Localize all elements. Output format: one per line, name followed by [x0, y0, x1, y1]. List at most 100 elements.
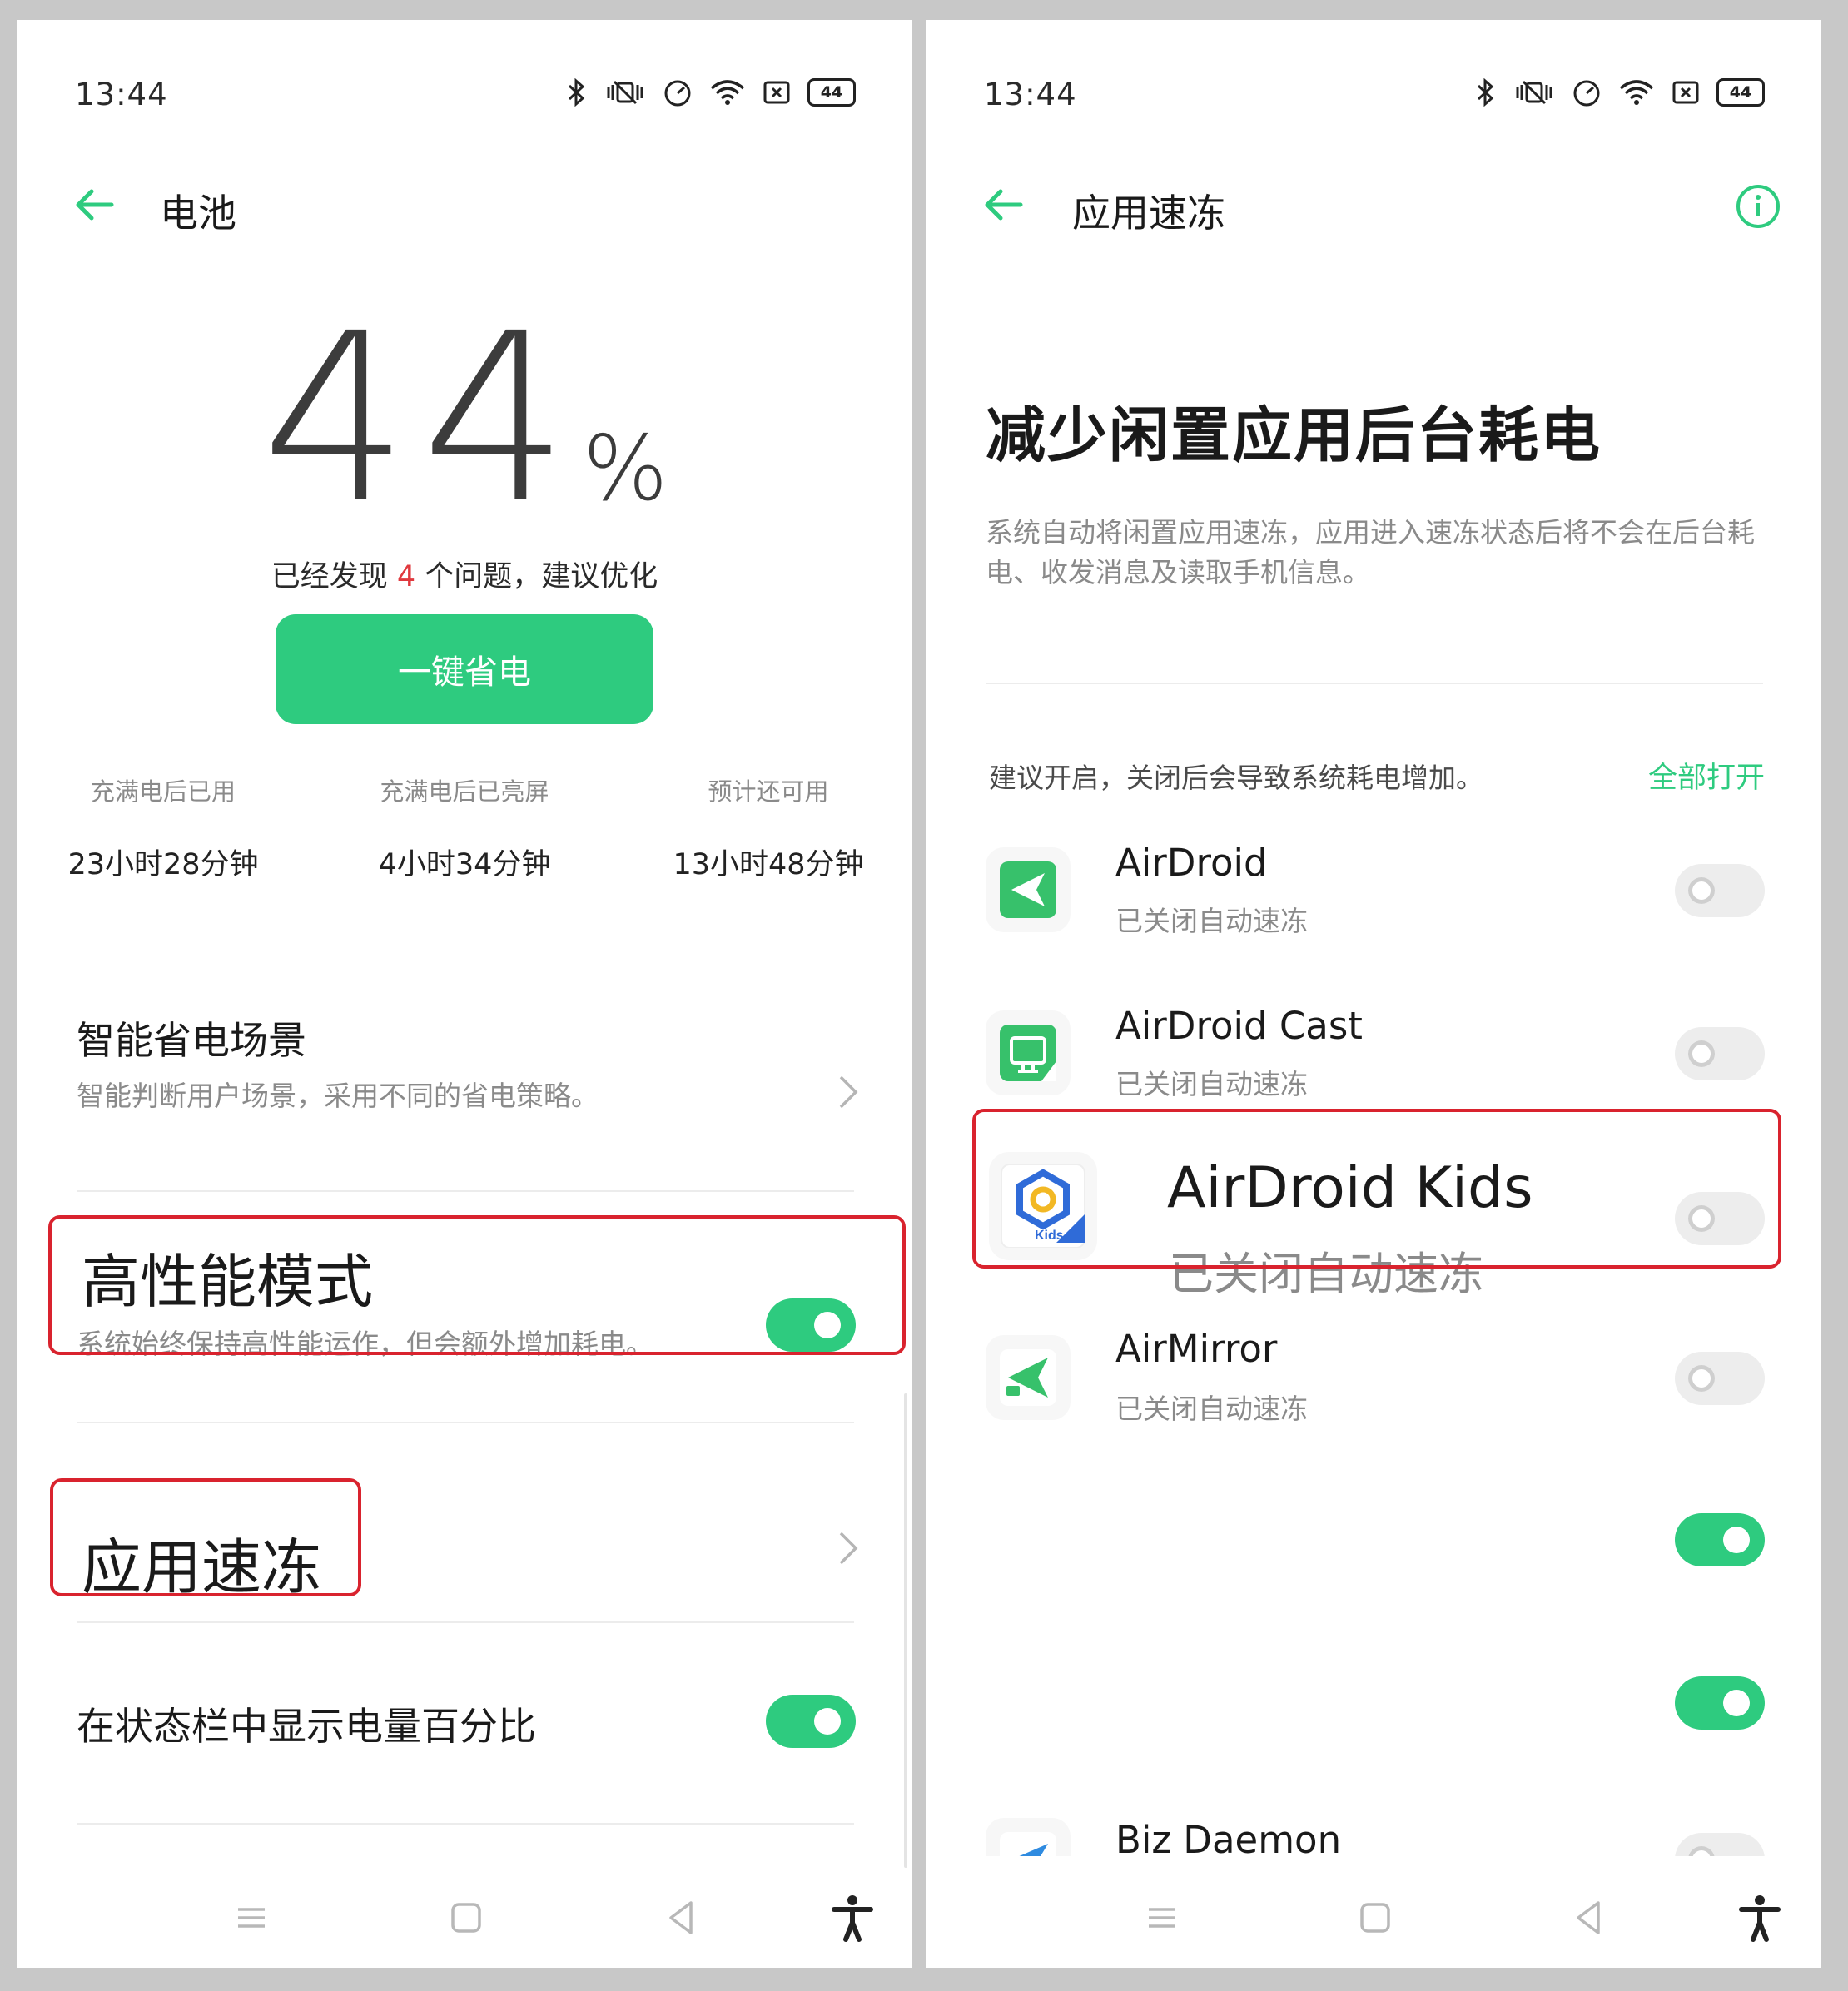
back-arrow-icon[interactable] — [70, 180, 120, 230]
battery-percentage: 44% — [17, 303, 912, 536]
toggle-knob — [1688, 1846, 1715, 1856]
issues-count: 4 — [396, 560, 416, 593]
show-percent-row: 在状态栏中显示电量百分比 — [17, 1676, 912, 1793]
divider — [986, 683, 1763, 684]
battery-value: 44 — [261, 284, 581, 555]
status-time: 13:44 — [75, 77, 168, 112]
issues-suffix: 个问题，建议优化 — [415, 560, 658, 593]
app-row-unlabeled — [926, 1631, 1821, 1773]
back-nav-icon[interactable] — [656, 1893, 706, 1943]
divider — [77, 1190, 854, 1192]
app-row-airdroid: AirDroid 已关闭自动速冻 — [926, 819, 1821, 961]
show-percent-title: 在状态栏中显示电量百分比 — [77, 1704, 536, 1749]
stat-value: 23小时28分钟 — [67, 848, 259, 881]
airdroid-icon — [986, 847, 1071, 932]
app-status: 已关闭自动速冻 — [1115, 905, 1308, 937]
smart-scene-title: 智能省电场景 — [77, 1018, 306, 1063]
hero-title: 减少闲置应用后台耗电 — [986, 400, 1602, 470]
status-icons: 44 — [1475, 78, 1765, 107]
accessibility-icon[interactable] — [827, 1893, 877, 1943]
airmirror-icon — [986, 1335, 1071, 1420]
back-arrow-icon[interactable] — [979, 180, 1029, 230]
battery-unit: % — [582, 417, 668, 521]
divider — [77, 1422, 854, 1423]
app-freeze-toggle[interactable] — [1675, 1513, 1765, 1566]
status-icons: 44 — [566, 78, 856, 107]
screen-record-icon — [1672, 81, 1699, 104]
issues-summary: 已经发现 4 个问题，建议优化 — [17, 553, 912, 595]
airdroid-cast-icon — [986, 1010, 1071, 1095]
show-percent-toggle[interactable] — [766, 1695, 856, 1748]
stat-label: 充满电后已亮屏 — [380, 777, 549, 806]
menu-nav-icon[interactable] — [226, 1893, 276, 1943]
home-nav-icon[interactable] — [1350, 1893, 1400, 1943]
toggle-knob — [1688, 1040, 1715, 1067]
bluetooth-icon — [568, 78, 585, 107]
vibrate-mute-icon — [607, 80, 643, 105]
battery-screen: 13:44 44 电池 44% 已经发现 4 个问题，建议优化 一键省电 充满电… — [17, 20, 912, 1968]
app-name: AirMirror — [1115, 1327, 1278, 1371]
stat-screen-on: 充满电后已亮屏 4小时34分钟 — [323, 772, 606, 883]
battery-status-text: 44 — [820, 83, 843, 102]
toggle-knob — [1688, 877, 1715, 904]
back-nav-icon[interactable] — [1563, 1893, 1613, 1943]
app-name: AirDroid Cast — [1115, 1004, 1363, 1048]
app-freeze-toggle[interactable] — [1675, 864, 1765, 917]
wifi-icon — [710, 80, 745, 105]
hero-description: 系统自动将闲置应用速冻，应用进入速冻状态后将不会在后台耗电、收发消息及读取手机信… — [986, 516, 1755, 588]
app-freeze-screen: 13:44 44 应用速冻 减少闲置应用后台耗电 系统自动将闲置应用速冻，应用进… — [926, 20, 1821, 1968]
highlight-box-airdroid-kids — [972, 1109, 1781, 1269]
chevron-right-icon — [839, 1075, 858, 1109]
app-row-airdroid-cast: AirDroid Cast 已关闭自动速冻 — [926, 982, 1821, 1124]
one-key-save-button[interactable]: 一键省电 — [276, 614, 653, 724]
stat-remaining: 预计还可用 13小时48分钟 — [627, 772, 910, 883]
divider — [77, 1823, 854, 1825]
app-row-biz-daemon: Biz Daemon — [926, 1793, 1821, 1856]
menu-nav-icon[interactable] — [1137, 1893, 1187, 1943]
wifi-icon — [1619, 80, 1654, 105]
stat-value: 4小时34分钟 — [378, 848, 551, 881]
smart-scene-subtitle: 智能判断用户场景，采用不同的省电策略。 — [77, 1080, 599, 1112]
scrollbar[interactable] — [904, 1393, 907, 1868]
suggestion-text: 建议开启，关闭后会导致系统耗电增加。 — [989, 762, 1483, 794]
highlight-box-high-performance — [48, 1215, 906, 1355]
home-nav-icon[interactable] — [441, 1893, 491, 1943]
stat-used-since-full: 充满电后已用 23小时28分钟 — [22, 772, 305, 883]
info-icon[interactable] — [1735, 183, 1781, 230]
bluetooth-icon — [1477, 78, 1494, 107]
battery-status-text: 44 — [1729, 83, 1752, 102]
highlight-box-app-freeze — [50, 1478, 361, 1596]
accessibility-icon[interactable] — [1735, 1893, 1785, 1943]
app-freeze-toggle[interactable] — [1675, 1027, 1765, 1080]
app-freeze-toggle[interactable] — [1675, 1833, 1765, 1856]
toggle-knob — [1723, 1690, 1750, 1716]
app-row-airmirror: AirMirror 已关闭自动速冻 — [926, 1307, 1821, 1448]
open-all-button[interactable]: 全部打开 — [1648, 754, 1765, 797]
divider — [77, 1621, 854, 1623]
stat-label: 预计还可用 — [708, 777, 829, 806]
toggle-knob — [814, 1708, 841, 1735]
battery-status-icon: 44 — [1716, 78, 1765, 107]
vibrate-mute-icon — [1516, 80, 1552, 105]
toggle-knob — [1723, 1527, 1750, 1553]
chevron-right-icon — [839, 1532, 858, 1565]
speedometer-icon — [1573, 80, 1600, 107]
app-freeze-toggle[interactable] — [1675, 1676, 1765, 1730]
stat-value: 13小时48分钟 — [673, 848, 864, 881]
issues-prefix: 已经发现 — [271, 560, 397, 593]
smart-scene-row[interactable]: 智能省电场景 智能判断用户场景，采用不同的省电策略。 — [17, 1002, 912, 1194]
app-status: 已关闭自动速冻 — [1115, 1068, 1308, 1100]
app-name: Biz Daemon — [1115, 1818, 1342, 1856]
app-status: 已关闭自动速冻 — [1115, 1393, 1308, 1425]
biz-daemon-icon — [986, 1818, 1071, 1856]
page-title: 电池 — [160, 191, 236, 236]
page-title: 应用速冻 — [1072, 191, 1225, 236]
screen-record-icon — [763, 81, 790, 104]
app-name: AirDroid — [1115, 841, 1268, 885]
speedometer-icon — [664, 80, 691, 107]
app-freeze-toggle[interactable] — [1675, 1352, 1765, 1405]
battery-status-icon: 44 — [807, 78, 856, 107]
status-time: 13:44 — [984, 77, 1077, 112]
stat-label: 充满电后已用 — [90, 777, 236, 806]
app-row-unlabeled — [926, 1468, 1821, 1610]
